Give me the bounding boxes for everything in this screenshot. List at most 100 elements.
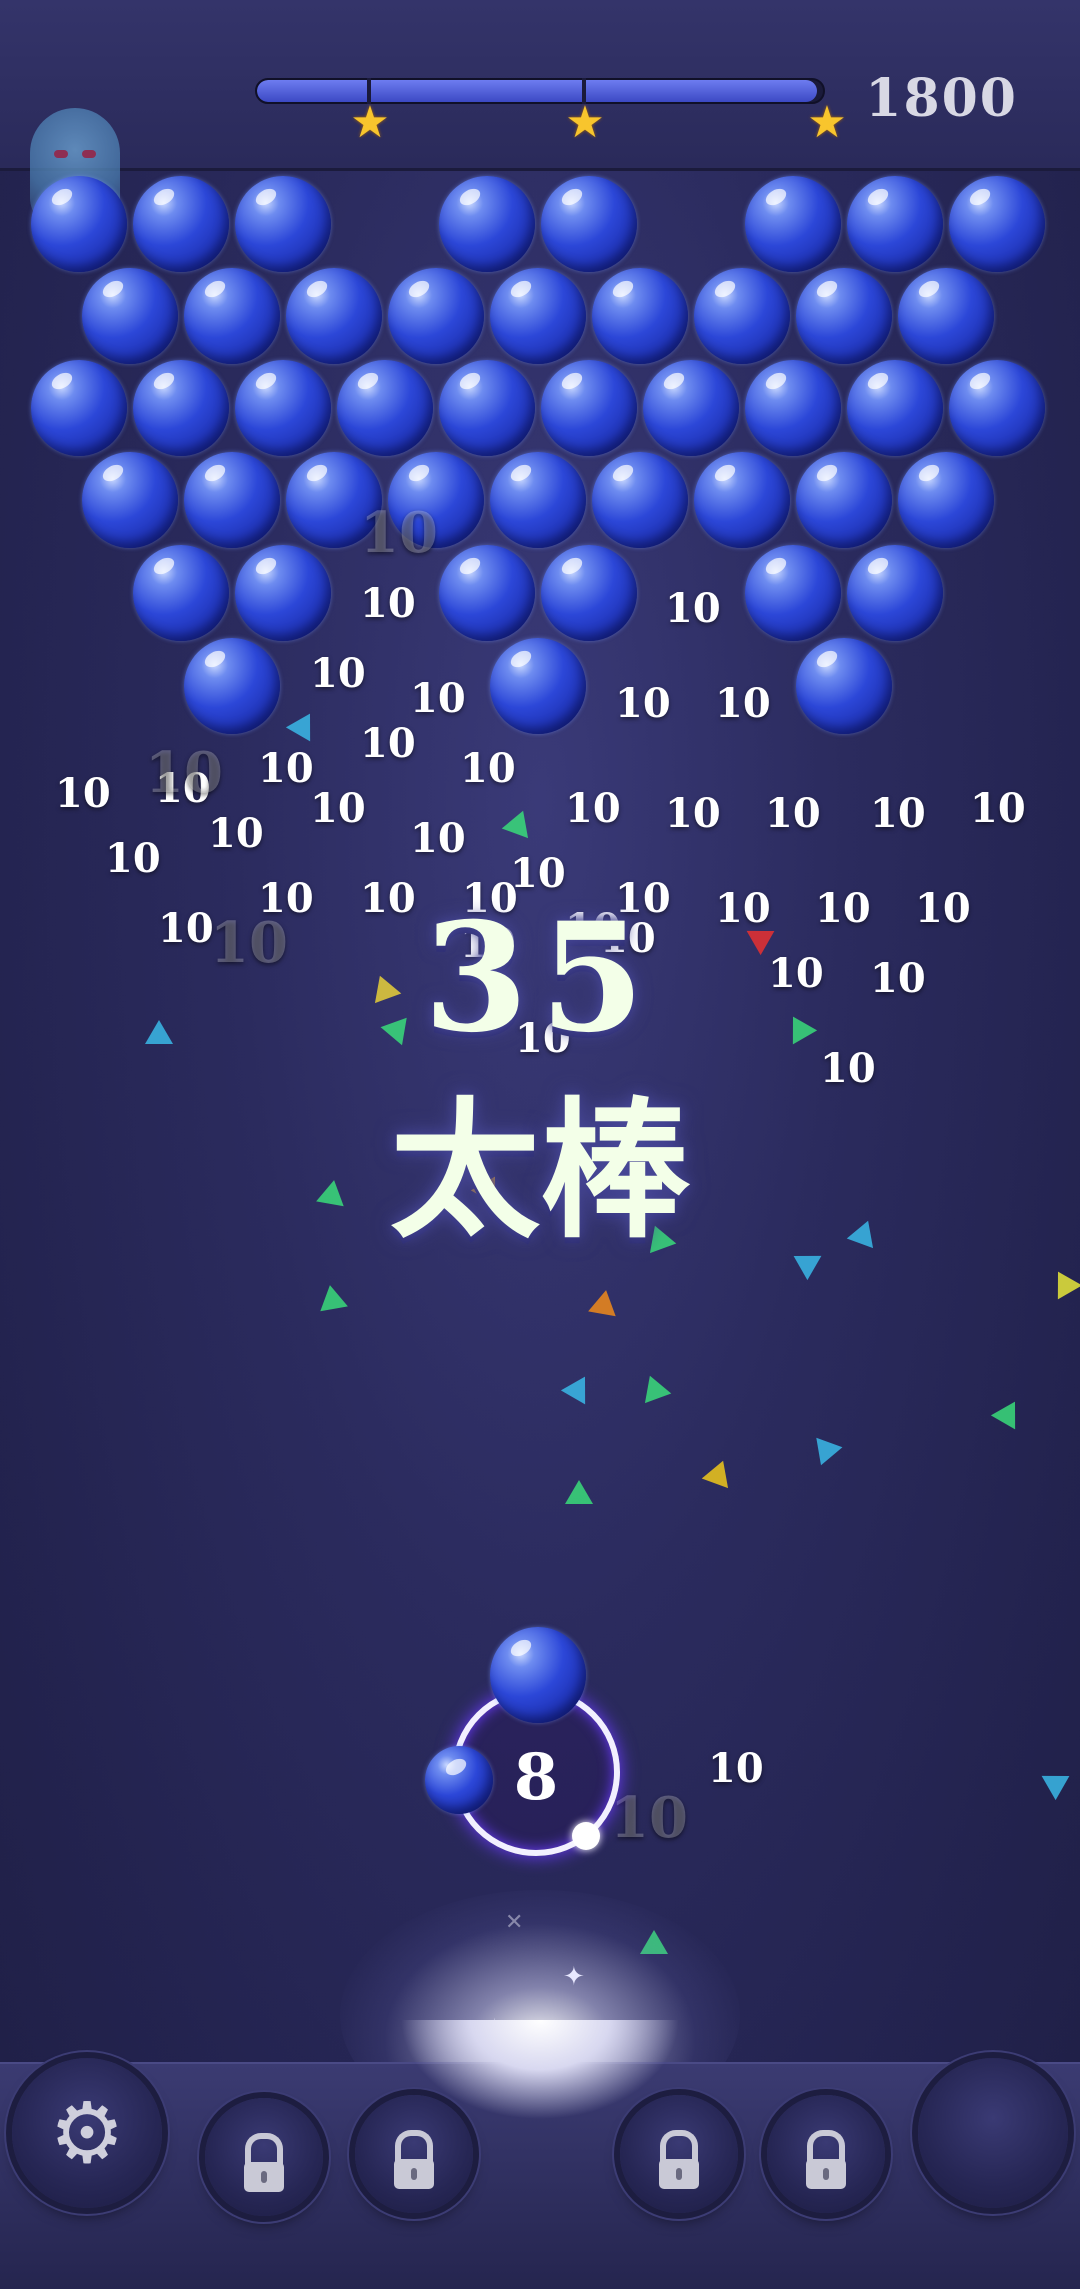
current-bubble[interactable] [490, 1627, 586, 1723]
bubble [694, 452, 790, 548]
points-popup: 10 [708, 1745, 764, 1792]
points-popup: 10 [310, 650, 366, 697]
bubble [439, 176, 535, 272]
lock-icon [245, 2133, 283, 2166]
score-progress-fill [257, 80, 818, 102]
bubble [235, 360, 331, 456]
points-popup: 10 [360, 580, 416, 627]
bubble [184, 452, 280, 548]
locked-booster-slot[interactable] [205, 2098, 323, 2216]
confetti-shard [1045, 1264, 1080, 1300]
confetti-shard [501, 805, 537, 839]
bubble [82, 268, 178, 364]
points-popup: 10 [55, 770, 111, 817]
bubble [745, 545, 841, 641]
points-popup: 10 [610, 1785, 688, 1851]
confetti-shard [990, 1394, 1028, 1430]
bubble [490, 638, 586, 734]
bubble [745, 176, 841, 272]
combo-count: 35 [423, 890, 657, 1066]
score-value: 1800 [865, 68, 1018, 129]
points-popup: 10 [870, 790, 926, 837]
praise-text: 太棒 [389, 1085, 690, 1259]
bubble [235, 545, 331, 641]
points-popup: 10 [360, 720, 416, 767]
points-popup: 10 [615, 680, 671, 727]
bubble [592, 452, 688, 548]
bubble [796, 452, 892, 548]
confetti-shard [285, 706, 323, 742]
points-popup: 10 [460, 745, 516, 792]
locked-booster-slot[interactable] [767, 2095, 885, 2213]
confetti-shard [805, 1428, 843, 1466]
lock-icon [807, 2130, 845, 2163]
bubble [31, 360, 127, 456]
points-popup: 10 [665, 585, 721, 632]
points-popup: 10 [715, 680, 771, 727]
bubble [490, 268, 586, 364]
bubble [847, 360, 943, 456]
gear-icon: ⚙ [49, 2084, 125, 2182]
score-progress-bar [255, 78, 825, 104]
bubble [133, 360, 229, 456]
bubble [388, 268, 484, 364]
bubble [133, 545, 229, 641]
bubble [490, 452, 586, 548]
confetti-shard [316, 1282, 348, 1312]
bubble [949, 176, 1045, 272]
points-popup: 10 [258, 745, 314, 792]
bubble [694, 268, 790, 364]
booster-slot-empty[interactable] [918, 2058, 1068, 2208]
shots-left-count: 8 [513, 1740, 559, 1815]
confetti-shard [1041, 1763, 1077, 1801]
lock-icon [395, 2130, 433, 2163]
confetti-shard [636, 1370, 672, 1404]
locked-booster-slot[interactable] [355, 2095, 473, 2213]
bubble [796, 268, 892, 364]
bubble [337, 360, 433, 456]
bubble [184, 638, 280, 734]
points-popup: 10 [410, 675, 466, 722]
bubble [847, 545, 943, 641]
bubble [541, 360, 637, 456]
star-icon: ★ [565, 97, 605, 148]
bubble [796, 638, 892, 734]
points-popup: 10 [145, 740, 223, 806]
bubble [439, 360, 535, 456]
points-popup: 10 [565, 785, 621, 832]
bubble [82, 452, 178, 548]
bubble [184, 268, 280, 364]
top-hud: ★ ★ ★ 1800 [0, 0, 1080, 171]
confetti-shard [701, 1455, 737, 1489]
sparkle-icon: ✕ [505, 1910, 524, 1935]
bubble [31, 176, 127, 272]
bubble [745, 360, 841, 456]
confetti-shard [565, 1480, 593, 1504]
points-popup: 10 [765, 790, 821, 837]
star-icon: ★ [350, 97, 390, 148]
bubble [133, 176, 229, 272]
bubble [439, 545, 535, 641]
points-popup: 10 [410, 815, 466, 862]
bubble [643, 360, 739, 456]
points-popup: 10 [208, 810, 264, 857]
sparkle-icon: ✦ [563, 1962, 585, 1992]
confetti-shard [588, 1287, 620, 1317]
bubble [898, 268, 994, 364]
lock-icon [660, 2130, 698, 2163]
bubble [541, 176, 637, 272]
aim-indicator [572, 1822, 600, 1850]
points-popup: 10 [360, 500, 438, 566]
locked-booster-slot[interactable] [620, 2095, 738, 2213]
points-popup: 10 [105, 835, 161, 882]
bubble [592, 268, 688, 364]
bubble [286, 268, 382, 364]
bubble [847, 176, 943, 272]
confetti-shard [560, 1369, 598, 1405]
points-popup: 10 [310, 785, 366, 832]
bubble [541, 545, 637, 641]
bubble [235, 176, 331, 272]
settings-button[interactable]: ⚙ [12, 2058, 162, 2208]
bubble [898, 452, 994, 548]
points-popup: 10 [970, 785, 1026, 832]
